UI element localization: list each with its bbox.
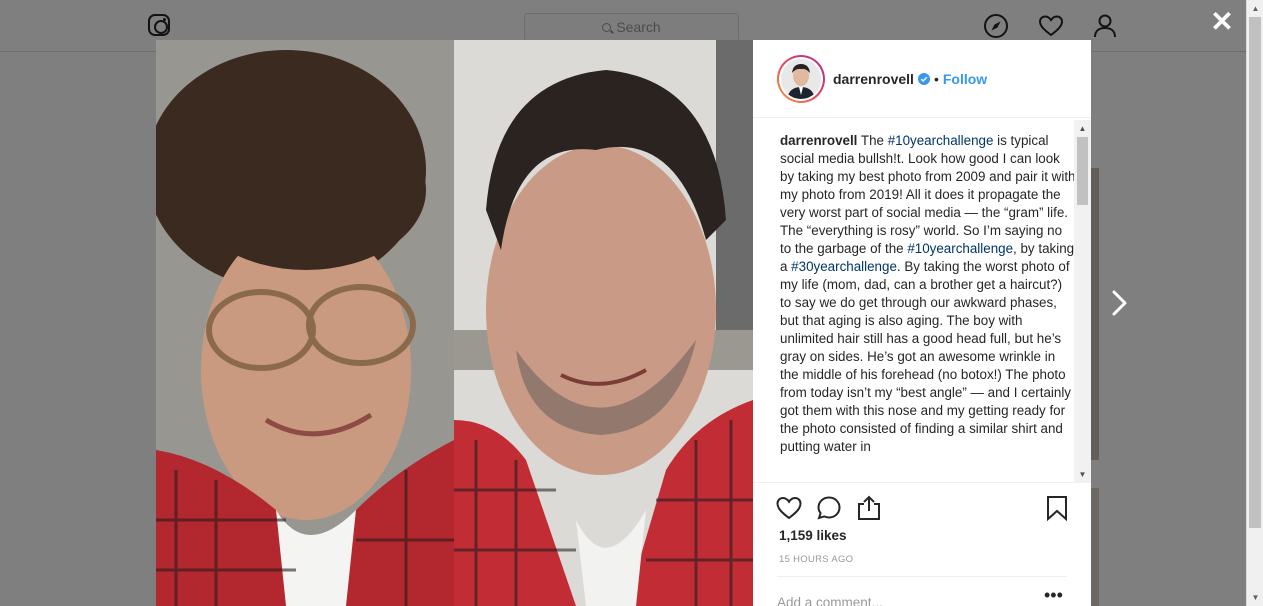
separator-dot: • (933, 70, 939, 87)
post-actions (753, 490, 1091, 526)
share-icon[interactable] (855, 494, 883, 522)
avatar[interactable] (777, 54, 825, 103)
divider (777, 576, 1067, 577)
hashtag-link[interactable]: #10yearchallenge (888, 133, 994, 148)
caption-text: is typical social media bullsh!t. Look h… (780, 133, 1076, 256)
caption-text: . By taking the worst photo of my life (… (780, 259, 1071, 454)
verified-badge-icon (917, 72, 930, 85)
comment-input[interactable] (777, 590, 1027, 606)
post-details-panel: darrenrovell • Follow darrenrovell The #… (753, 40, 1091, 606)
post-photo[interactable] (156, 40, 753, 606)
post-caption: darrenrovell The #10yearchallenge is typ… (780, 132, 1076, 484)
author-username[interactable]: darrenrovell (833, 71, 914, 87)
likes-count[interactable]: 1,159 likes (779, 528, 847, 543)
follow-button[interactable]: Follow (943, 71, 987, 87)
caption-scroll-down-icon[interactable]: ▼ (1074, 466, 1091, 483)
caption-scrollbar[interactable]: ▲ ▼ (1074, 120, 1091, 483)
avatar-image (781, 58, 821, 99)
hashtag-link[interactable]: #30yearchallenge (791, 259, 897, 274)
scroll-up-arrow-icon[interactable]: ▲ (1247, 0, 1263, 17)
save-bookmark-icon[interactable] (1043, 494, 1071, 522)
caption-scrollbar-thumb[interactable] (1077, 137, 1088, 205)
caption-container[interactable]: darrenrovell The #10yearchallenge is typ… (753, 120, 1091, 483)
post-timestamp[interactable]: 15 HOURS AGO (779, 554, 853, 565)
caption-scroll-up-icon[interactable]: ▲ (1074, 120, 1091, 137)
comment-bubble-icon[interactable] (815, 494, 843, 522)
like-heart-icon[interactable] (775, 494, 803, 522)
post-header: darrenrovell • Follow (753, 40, 1091, 118)
more-options-button[interactable]: ••• (1044, 586, 1063, 604)
hashtag-link[interactable]: #10yearchallenge (907, 241, 1013, 256)
scroll-down-arrow-icon[interactable]: ▼ (1247, 589, 1263, 606)
next-post-chevron-icon[interactable] (1106, 286, 1132, 320)
page-scrollbar-thumb[interactable] (1249, 17, 1261, 528)
caption-text: The (857, 133, 888, 148)
caption-username[interactable]: darrenrovell (780, 133, 857, 148)
post-modal: darrenrovell • Follow darrenrovell The #… (156, 40, 1091, 606)
close-modal-button[interactable]: ✕ (1208, 8, 1236, 36)
page-scrollbar[interactable]: ▲ ▼ (1246, 0, 1263, 606)
comment-form: ••• (753, 576, 1091, 606)
